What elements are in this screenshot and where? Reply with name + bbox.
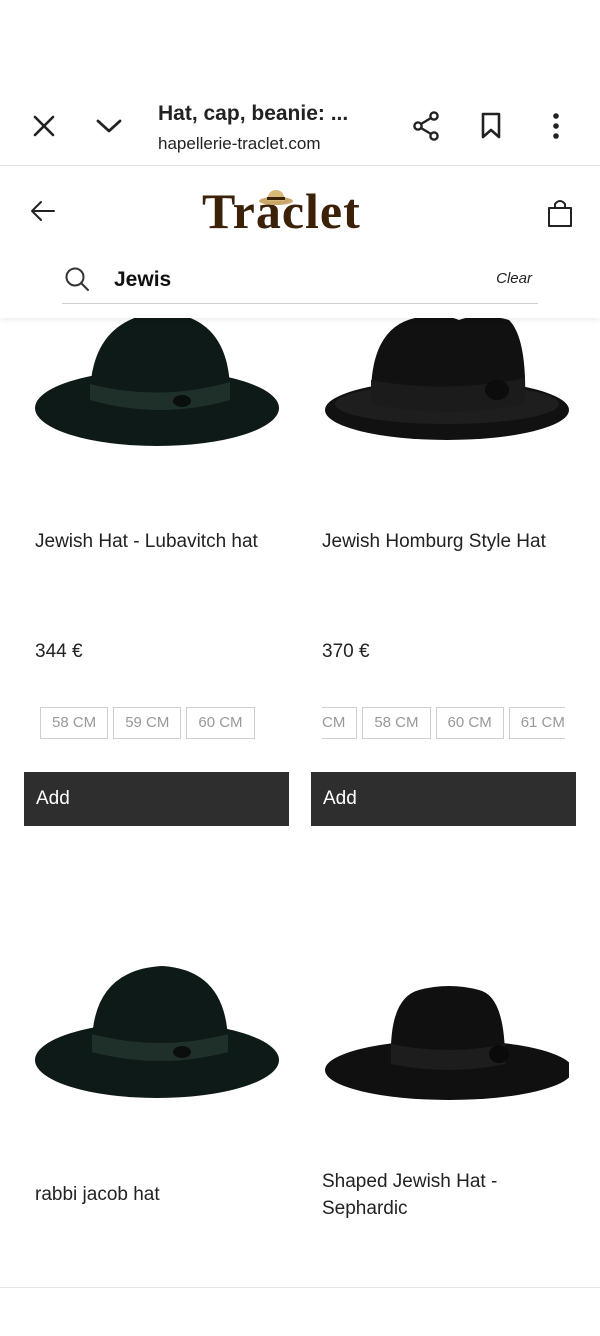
share-icon[interactable] bbox=[404, 104, 448, 148]
product-price: 344 € bbox=[35, 641, 83, 662]
site-header: Traclet Jewis Clear bbox=[0, 166, 600, 318]
product-image[interactable] bbox=[311, 318, 576, 478]
size-option[interactable]: 58 CM bbox=[40, 707, 109, 739]
product-grid: Jewish Hat - Lubavitch hat 344 € 58 CM 59… bbox=[0, 318, 600, 1288]
search-input[interactable]: Jewis bbox=[114, 268, 171, 292]
product-name[interactable]: Jewish Homburg Style Hat bbox=[322, 528, 572, 555]
bookmark-icon[interactable] bbox=[469, 104, 513, 148]
logo-hat-icon bbox=[259, 190, 293, 205]
product-image[interactable] bbox=[24, 318, 289, 478]
page-url: hapellerie-traclet.com bbox=[158, 134, 321, 153]
page-title: Hat, cap, beanie: ... bbox=[158, 102, 349, 125]
site-logo[interactable]: Traclet bbox=[202, 184, 402, 238]
search-bar[interactable]: Jewis Clear bbox=[62, 258, 538, 304]
product-name[interactable]: Shaped Jewish Hat - Sephardic bbox=[322, 1168, 572, 1222]
shopping-bag-icon[interactable] bbox=[541, 194, 579, 232]
browser-toolbar: Hat, cap, beanie: ... hapellerie-traclet… bbox=[0, 90, 600, 166]
size-option[interactable]: 60 CM bbox=[435, 707, 504, 739]
size-option[interactable]: 60 CM bbox=[186, 707, 255, 739]
back-arrow-icon[interactable] bbox=[26, 194, 60, 228]
size-option[interactable]: 61 CM bbox=[508, 707, 565, 739]
add-to-cart-button[interactable]: Add bbox=[24, 772, 289, 826]
product-name[interactable]: Jewish Hat - Lubavitch hat bbox=[35, 528, 285, 555]
chevron-down-icon[interactable] bbox=[87, 104, 131, 148]
clear-search-button[interactable]: Clear bbox=[496, 270, 532, 287]
size-option[interactable]: 58 CM bbox=[362, 707, 431, 739]
product-price: 370 € bbox=[322, 641, 370, 662]
size-option[interactable]: 59 CM bbox=[113, 707, 182, 739]
size-options: CM 58 CM 60 CM 61 CM bbox=[322, 707, 565, 741]
page-title-area[interactable]: Hat, cap, beanie: ... hapellerie-traclet… bbox=[158, 102, 388, 154]
product-name[interactable]: rabbi jacob hat bbox=[35, 1181, 285, 1208]
product-image[interactable] bbox=[24, 928, 289, 1128]
size-options: 58 CM 59 CM 60 CM bbox=[40, 707, 278, 741]
add-to-cart-button[interactable]: Add bbox=[311, 772, 576, 826]
size-option[interactable]: CM bbox=[322, 707, 358, 739]
search-icon bbox=[65, 267, 89, 291]
product-image[interactable] bbox=[311, 928, 576, 1128]
close-icon[interactable] bbox=[22, 104, 66, 148]
more-options-icon[interactable] bbox=[534, 104, 578, 148]
